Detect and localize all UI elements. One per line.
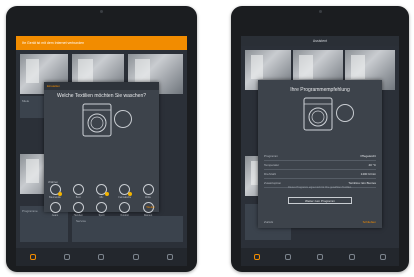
textile-option[interactable]: Wolle bbox=[141, 184, 155, 199]
drum-detail-icon bbox=[114, 110, 132, 128]
tab-bar bbox=[16, 248, 187, 266]
camera bbox=[318, 10, 322, 13]
tab-devices-icon[interactable] bbox=[64, 254, 71, 260]
textile-option[interactable]: Baumwolle bbox=[48, 184, 62, 199]
washing-machine-icon bbox=[82, 103, 112, 137]
selected-dot bbox=[58, 192, 62, 196]
continue-button[interactable]: Weiter zum Programm bbox=[288, 197, 352, 204]
textile-label: Jeans bbox=[51, 214, 59, 217]
textile-label: Baumwolle bbox=[49, 196, 61, 199]
tab-more-icon[interactable] bbox=[380, 254, 387, 260]
textile-option[interactable]: Bunt bbox=[71, 184, 85, 199]
connection-banner[interactable]: Ihr Gerät ist mit dem Internet verbunden bbox=[16, 36, 187, 50]
textile-label: Outdoor bbox=[120, 214, 130, 217]
dialog-header: Einstellen bbox=[44, 82, 159, 90]
program-details: Programm Pflegeleicht Temperatur 40 °C Dre… bbox=[264, 152, 376, 188]
tab-start-icon[interactable] bbox=[253, 254, 260, 260]
tablet-right: Assistent Ihre Programmempfehlung Progra… bbox=[231, 6, 409, 272]
tab-shop-icon[interactable] bbox=[98, 254, 105, 260]
washing-machine-icon bbox=[303, 97, 333, 131]
card-title: Miele bbox=[22, 99, 30, 103]
detail-value: 1400 U/min bbox=[360, 172, 376, 176]
tshirt-icon bbox=[72, 184, 84, 195]
tab-more-icon[interactable] bbox=[166, 254, 173, 260]
textile-label: Hemden bbox=[73, 214, 83, 217]
tab-service-icon[interactable] bbox=[348, 254, 355, 260]
jacket-icon bbox=[119, 202, 131, 213]
detail-value: TwinDos: Ein Buntes bbox=[348, 181, 376, 185]
next-button[interactable]: Weiter bbox=[146, 205, 155, 209]
jeans-icon bbox=[49, 202, 61, 213]
textile-grid: Baumwolle Bunt Mix Feinwäsche Wolle Jean… bbox=[48, 184, 155, 220]
recommendation-dialog: Ihre Programmempfehlung Programm Pflegele… bbox=[258, 80, 382, 228]
dialog-title: Ihre Programmempfehlung bbox=[290, 87, 350, 93]
tab-shop-icon[interactable] bbox=[316, 254, 323, 260]
textile-option[interactable]: Outdoor bbox=[118, 202, 132, 217]
textile-option[interactable]: Hemden bbox=[71, 202, 85, 217]
textile-dialog: Einstellen Welche Textilien möchten Sie … bbox=[44, 82, 159, 217]
screen-right: Assistent Ihre Programmempfehlung Progra… bbox=[241, 36, 399, 266]
card-title: Programme bbox=[22, 209, 38, 213]
tablet-left: Ihr Gerät ist mit dem Internet verbunden… bbox=[6, 6, 197, 272]
selected-dot bbox=[104, 192, 109, 196]
wool-icon bbox=[142, 184, 154, 195]
dialog-title: Welche Textilien möchten Sie waschen? bbox=[56, 93, 147, 99]
back-button[interactable]: Zurück bbox=[264, 220, 273, 224]
screen-header: Assistent bbox=[241, 36, 399, 46]
textile-label: Wolle bbox=[145, 196, 151, 199]
detail-row: Drehzahl 1400 U/min bbox=[264, 170, 376, 179]
detail-row: Temperatur 40 °C bbox=[264, 161, 376, 170]
recommendation-note: Dieses Programm eignet sich für Ihre gew… bbox=[288, 186, 352, 189]
textile-option[interactable]: Feinwäsche bbox=[118, 184, 132, 199]
close-button[interactable]: Schließen bbox=[363, 220, 376, 224]
tab-service-icon[interactable] bbox=[132, 254, 139, 260]
detail-label: Zusatzoption bbox=[264, 181, 282, 185]
textile-label: Daunen bbox=[143, 214, 153, 217]
textile-label: Feinwäsche bbox=[118, 196, 132, 199]
textile-option[interactable]: Jeans bbox=[48, 202, 62, 217]
textile-option[interactable]: Mix bbox=[95, 184, 109, 199]
sport-icon bbox=[96, 202, 107, 213]
tab-devices-icon[interactable] bbox=[285, 254, 292, 260]
detail-label: Programm bbox=[264, 154, 279, 158]
selected-dot bbox=[127, 192, 132, 196]
tab-start-icon[interactable] bbox=[30, 254, 37, 260]
camera bbox=[100, 10, 103, 13]
detail-label: Drehzahl bbox=[264, 172, 277, 176]
detail-value: Pflegeleicht bbox=[360, 154, 376, 158]
screen-left: Ihr Gerät ist mit dem Internet verbunden… bbox=[16, 36, 187, 266]
textile-label: Bunt bbox=[75, 196, 81, 199]
textile-option[interactable]: Sport bbox=[95, 202, 109, 217]
textile-label: Sport bbox=[98, 214, 105, 217]
textile-label: Mix bbox=[99, 196, 104, 199]
detail-value: 40 °C bbox=[368, 163, 376, 167]
detail-label: Temperatur bbox=[264, 163, 280, 167]
shirt-icon bbox=[72, 202, 84, 213]
drum-detail-icon bbox=[336, 104, 354, 122]
detail-row: Programm Pflegeleicht bbox=[264, 152, 376, 161]
tab-bar bbox=[241, 248, 399, 266]
